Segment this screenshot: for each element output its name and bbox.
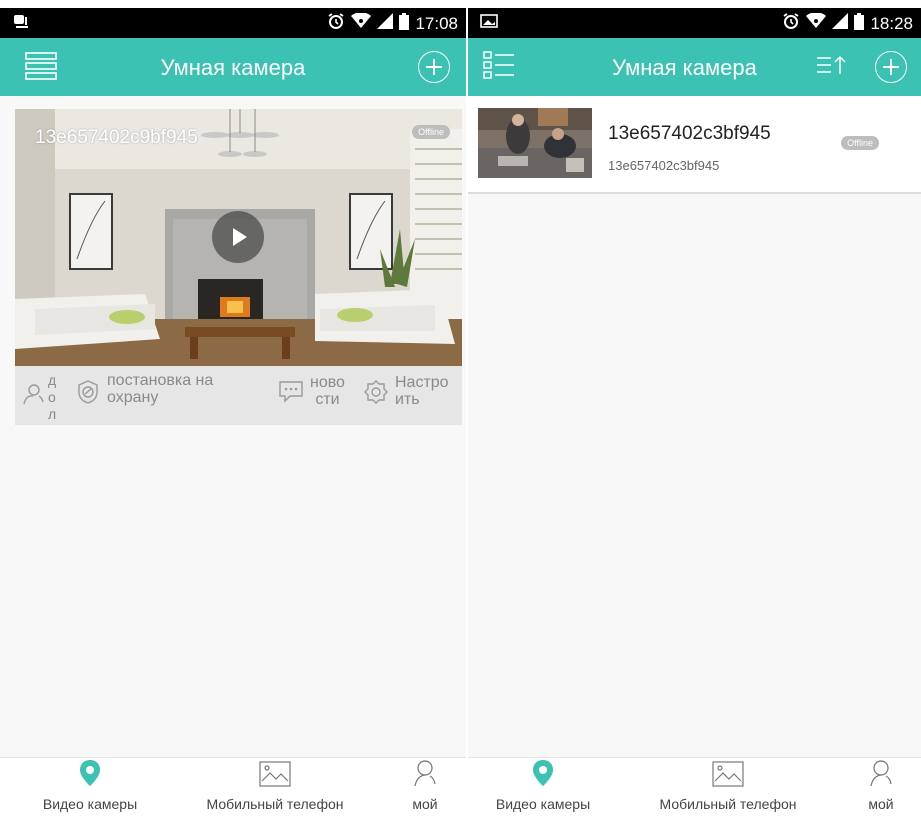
camera-list: 13e657402c9bf945 Offline д о л постановк… [0, 96, 466, 758]
signal-icon [377, 13, 394, 34]
add-camera-button[interactable] [417, 50, 451, 84]
action-label: д о л [48, 372, 57, 422]
status-badge: Offline [412, 125, 450, 139]
tab-label: Мобильный телефон [659, 796, 797, 812]
tab-my[interactable]: мой [390, 758, 460, 816]
status-bar: 17:08 [0, 8, 466, 38]
page-title: Умная камера [160, 55, 306, 80]
play-button[interactable] [212, 211, 264, 263]
signal-icon [832, 13, 849, 34]
camera-list: 13e657402c3bf945 13e657402c3bf945 Offlin… [468, 96, 921, 758]
alarm-icon [327, 12, 345, 35]
add-circle-icon [875, 51, 907, 83]
image-icon [712, 761, 744, 792]
camera-card[interactable]: 13e657402c9bf945 Offline д о л постановк… [15, 109, 462, 425]
tab-mobile-phone[interactable]: Мобильный телефон [633, 758, 823, 816]
alarm-icon [782, 12, 800, 35]
bottom-tab-bar: Видео камеры Мобильный телефон мой [468, 757, 921, 816]
tab-label: Видео камеры [42, 796, 138, 812]
app-header: Умная камера [468, 38, 921, 96]
tab-my[interactable]: мой [846, 758, 916, 816]
battery-icon [399, 12, 410, 35]
settings-icon [363, 379, 389, 410]
shield-icon [75, 379, 101, 410]
tab-label: Видео камеры [495, 796, 591, 812]
tab-video-cameras[interactable]: Видео камеры [478, 758, 608, 816]
wifi-icon [806, 12, 827, 34]
add-circle-icon [418, 51, 450, 83]
battery-icon [854, 12, 865, 35]
sort-icon [816, 55, 846, 80]
right-screen: 18:28 Умная камера 13e657402c3bf945 13e6… [468, 8, 921, 816]
location-pin-icon [79, 759, 101, 792]
location-pin-icon [532, 759, 554, 792]
action-arm-security[interactable]: постановка на охрану [75, 372, 213, 410]
user-icon [869, 759, 893, 792]
camera-thumbnail [478, 108, 592, 178]
left-screen: 17:08 Умная камера 13e657402c9bf945 Offl… [0, 8, 466, 816]
tab-video-cameras[interactable]: Видео камеры [20, 758, 160, 816]
sort-button[interactable] [814, 50, 848, 84]
action-label: ново сти [310, 374, 345, 408]
camera-actions: д о л постановка на охрану ново сти Наст… [15, 366, 462, 425]
action-label: постановка на охрану [107, 372, 214, 406]
message-icon [278, 379, 304, 408]
add-camera-button[interactable] [874, 50, 908, 84]
tab-label: мой [868, 796, 894, 812]
tab-label: мой [412, 796, 438, 812]
action-label: Настро ить [395, 374, 449, 408]
camera-name: 13e657402c9bf945 [35, 127, 198, 148]
image-icon [259, 761, 291, 792]
status-time: 18:28 [870, 13, 913, 33]
bottom-tab-bar: Видео камеры Мобильный телефон мой [0, 757, 466, 816]
top-strip [0, 0, 921, 8]
camera-id: 13e657402c3bf945 [608, 158, 720, 173]
tab-label: Мобильный телефон [206, 796, 344, 812]
notification-icon [12, 13, 32, 36]
image-notification-icon [480, 13, 498, 34]
action-news[interactable]: ново сти [278, 374, 345, 408]
status-time: 17:08 [415, 13, 458, 33]
person-icon [21, 382, 45, 411]
camera-preview-image[interactable]: 13e657402c9bf945 Offline [15, 109, 462, 366]
app-header: Умная камера [0, 38, 466, 96]
user-icon [413, 759, 437, 792]
tab-mobile-phone[interactable]: Мобильный телефон [180, 758, 370, 816]
camera-name: 13e657402c3bf945 [608, 123, 771, 144]
action-settings[interactable]: Настро ить [363, 374, 449, 410]
status-badge: Offline [841, 136, 879, 150]
status-bar: 18:28 [468, 8, 921, 38]
wifi-icon [351, 12, 372, 34]
camera-list-item[interactable]: 13e657402c3bf945 13e657402c3bf945 Offlin… [468, 96, 921, 194]
action-playback[interactable]: д о л [21, 372, 56, 423]
